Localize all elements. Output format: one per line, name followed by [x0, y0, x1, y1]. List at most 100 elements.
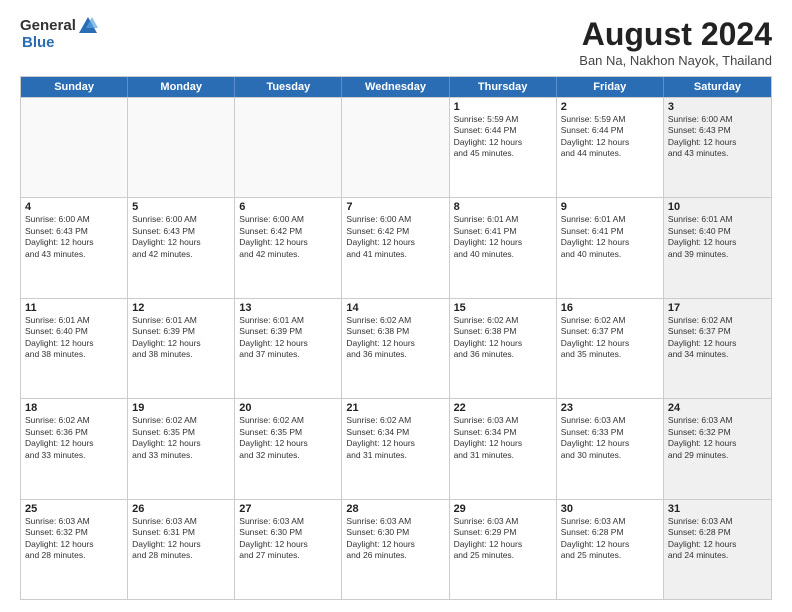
calendar-cell-6: 6Sunrise: 6:00 AMSunset: 6:42 PMDaylight… [235, 198, 342, 297]
calendar-row-1: 1Sunrise: 5:59 AMSunset: 6:44 PMDaylight… [21, 97, 771, 197]
cell-info-line: Sunset: 6:30 PM [346, 527, 444, 538]
cell-info-line: Daylight: 12 hours [561, 338, 659, 349]
cell-info-line: and 35 minutes. [561, 349, 659, 360]
cell-info-line: and 40 minutes. [561, 249, 659, 260]
cell-info-line: Sunrise: 6:03 AM [668, 516, 767, 527]
calendar-cell-empty-0-3 [342, 98, 449, 197]
calendar-cell-3: 3Sunrise: 6:00 AMSunset: 6:43 PMDaylight… [664, 98, 771, 197]
calendar-cell-30: 30Sunrise: 6:03 AMSunset: 6:28 PMDayligh… [557, 500, 664, 599]
calendar-cell-1: 1Sunrise: 5:59 AMSunset: 6:44 PMDaylight… [450, 98, 557, 197]
cell-info-line: Sunrise: 6:02 AM [346, 415, 444, 426]
cell-info-line: Sunrise: 6:02 AM [454, 315, 552, 326]
cell-info-line: and 39 minutes. [668, 249, 767, 260]
cell-info-line: Daylight: 12 hours [239, 338, 337, 349]
cell-info-line: and 28 minutes. [25, 550, 123, 561]
cell-info-line: Daylight: 12 hours [346, 237, 444, 248]
calendar-cell-21: 21Sunrise: 6:02 AMSunset: 6:34 PMDayligh… [342, 399, 449, 498]
cell-info-line: Daylight: 12 hours [668, 539, 767, 550]
cell-info-line: and 31 minutes. [346, 450, 444, 461]
cell-info-line: Sunset: 6:35 PM [132, 427, 230, 438]
cell-info-line: Sunset: 6:38 PM [346, 326, 444, 337]
cell-info-line: Sunrise: 6:00 AM [239, 214, 337, 225]
cell-info-line: Sunset: 6:43 PM [25, 226, 123, 237]
day-number: 29 [454, 503, 552, 515]
calendar-cell-19: 19Sunrise: 6:02 AMSunset: 6:35 PMDayligh… [128, 399, 235, 498]
cell-info-line: Sunrise: 6:03 AM [561, 516, 659, 527]
calendar-cell-4: 4Sunrise: 6:00 AMSunset: 6:43 PMDaylight… [21, 198, 128, 297]
cell-info-line: Sunset: 6:37 PM [561, 326, 659, 337]
title-area: August 2024 Ban Na, Nakhon Nayok, Thaila… [579, 16, 772, 68]
day-number: 1 [454, 101, 552, 113]
cell-info-line: and 32 minutes. [239, 450, 337, 461]
cell-info-line: and 29 minutes. [668, 450, 767, 461]
cell-info-line: Sunset: 6:36 PM [25, 427, 123, 438]
cell-info-line: Daylight: 12 hours [132, 438, 230, 449]
cell-info-line: Sunrise: 6:03 AM [239, 516, 337, 527]
cell-info-line: Sunrise: 6:02 AM [25, 415, 123, 426]
month-title: August 2024 [579, 16, 772, 53]
logo-blue-text: Blue [22, 34, 55, 51]
calendar-cell-2: 2Sunrise: 5:59 AMSunset: 6:44 PMDaylight… [557, 98, 664, 197]
cell-info-line: Daylight: 12 hours [561, 137, 659, 148]
cell-info-line: Sunset: 6:28 PM [561, 527, 659, 538]
logo-icon [78, 16, 98, 34]
day-number: 30 [561, 503, 659, 515]
cell-info-line: Daylight: 12 hours [239, 539, 337, 550]
cell-info-line: Sunrise: 6:01 AM [668, 214, 767, 225]
cell-info-line: and 24 minutes. [668, 550, 767, 561]
cell-info-line: Sunset: 6:32 PM [668, 427, 767, 438]
calendar-cell-26: 26Sunrise: 6:03 AMSunset: 6:31 PMDayligh… [128, 500, 235, 599]
cell-info-line: Sunset: 6:33 PM [561, 427, 659, 438]
cell-info-line: Daylight: 12 hours [668, 137, 767, 148]
calendar-cell-7: 7Sunrise: 6:00 AMSunset: 6:42 PMDaylight… [342, 198, 449, 297]
day-number: 4 [25, 201, 123, 213]
cell-info-line: and 34 minutes. [668, 349, 767, 360]
calendar-cell-23: 23Sunrise: 6:03 AMSunset: 6:33 PMDayligh… [557, 399, 664, 498]
cell-info-line: Daylight: 12 hours [668, 438, 767, 449]
cell-info-line: and 38 minutes. [25, 349, 123, 360]
cell-info-line: Daylight: 12 hours [561, 237, 659, 248]
cell-info-line: Sunrise: 6:02 AM [132, 415, 230, 426]
calendar-cell-20: 20Sunrise: 6:02 AMSunset: 6:35 PMDayligh… [235, 399, 342, 498]
calendar-cell-25: 25Sunrise: 6:03 AMSunset: 6:32 PMDayligh… [21, 500, 128, 599]
calendar-cell-12: 12Sunrise: 6:01 AMSunset: 6:39 PMDayligh… [128, 299, 235, 398]
location: Ban Na, Nakhon Nayok, Thailand [579, 53, 772, 68]
calendar-row-2: 4 Sunrise: 6:00 AM Sunset: 6:43 PM Daylight… [21, 197, 771, 297]
calendar-cell-empty-0-1 [128, 98, 235, 197]
cell-info-line: Sunset: 6:43 PM [668, 125, 767, 136]
day-number: 23 [561, 402, 659, 414]
cell-info-line: Daylight: 12 hours [346, 338, 444, 349]
cell-info-line: Daylight: 12 hours [454, 539, 552, 550]
cell-info-line: Daylight: 12 hours [239, 237, 337, 248]
calendar-row-4: 18Sunrise: 6:02 AMSunset: 6:36 PMDayligh… [21, 398, 771, 498]
calendar-cell-27: 27Sunrise: 6:03 AMSunset: 6:30 PMDayligh… [235, 500, 342, 599]
day-number: 7 [346, 201, 444, 213]
header-day-monday: Monday [128, 77, 235, 97]
day-number: 10 [668, 201, 767, 213]
cell-info-line: Sunrise: 6:02 AM [239, 415, 337, 426]
cell-info-line: Daylight: 12 hours [454, 137, 552, 148]
day-number: 24 [668, 402, 767, 414]
day-number: 27 [239, 503, 337, 515]
calendar-cell-9: 9Sunrise: 6:01 AMSunset: 6:41 PMDaylight… [557, 198, 664, 297]
cell-info-line: Daylight: 12 hours [132, 338, 230, 349]
cell-info-line: and 33 minutes. [132, 450, 230, 461]
cell-info-line: Daylight: 12 hours [561, 438, 659, 449]
day-number: 21 [346, 402, 444, 414]
cell-info-line: Sunrise: 6:02 AM [561, 315, 659, 326]
calendar-cell-17: 17Sunrise: 6:02 AMSunset: 6:37 PMDayligh… [664, 299, 771, 398]
calendar-cell-empty-0-0 [21, 98, 128, 197]
cell-info-line: Sunset: 6:29 PM [454, 527, 552, 538]
cell-info-line: Sunrise: 6:00 AM [132, 214, 230, 225]
cell-info-line: Daylight: 12 hours [239, 438, 337, 449]
cell-info-line: Sunset: 6:39 PM [132, 326, 230, 337]
calendar-cell-31: 31Sunrise: 6:03 AMSunset: 6:28 PMDayligh… [664, 500, 771, 599]
day-number: 20 [239, 402, 337, 414]
cell-info-line: Sunset: 6:30 PM [239, 527, 337, 538]
cell-info-line: Sunrise: 6:03 AM [454, 415, 552, 426]
cell-info-line: and 27 minutes. [239, 550, 337, 561]
calendar-cell-13: 13Sunrise: 6:01 AMSunset: 6:39 PMDayligh… [235, 299, 342, 398]
cell-info-line: and 45 minutes. [454, 148, 552, 159]
cell-info-line: and 43 minutes. [668, 148, 767, 159]
day-number: 5 [132, 201, 230, 213]
